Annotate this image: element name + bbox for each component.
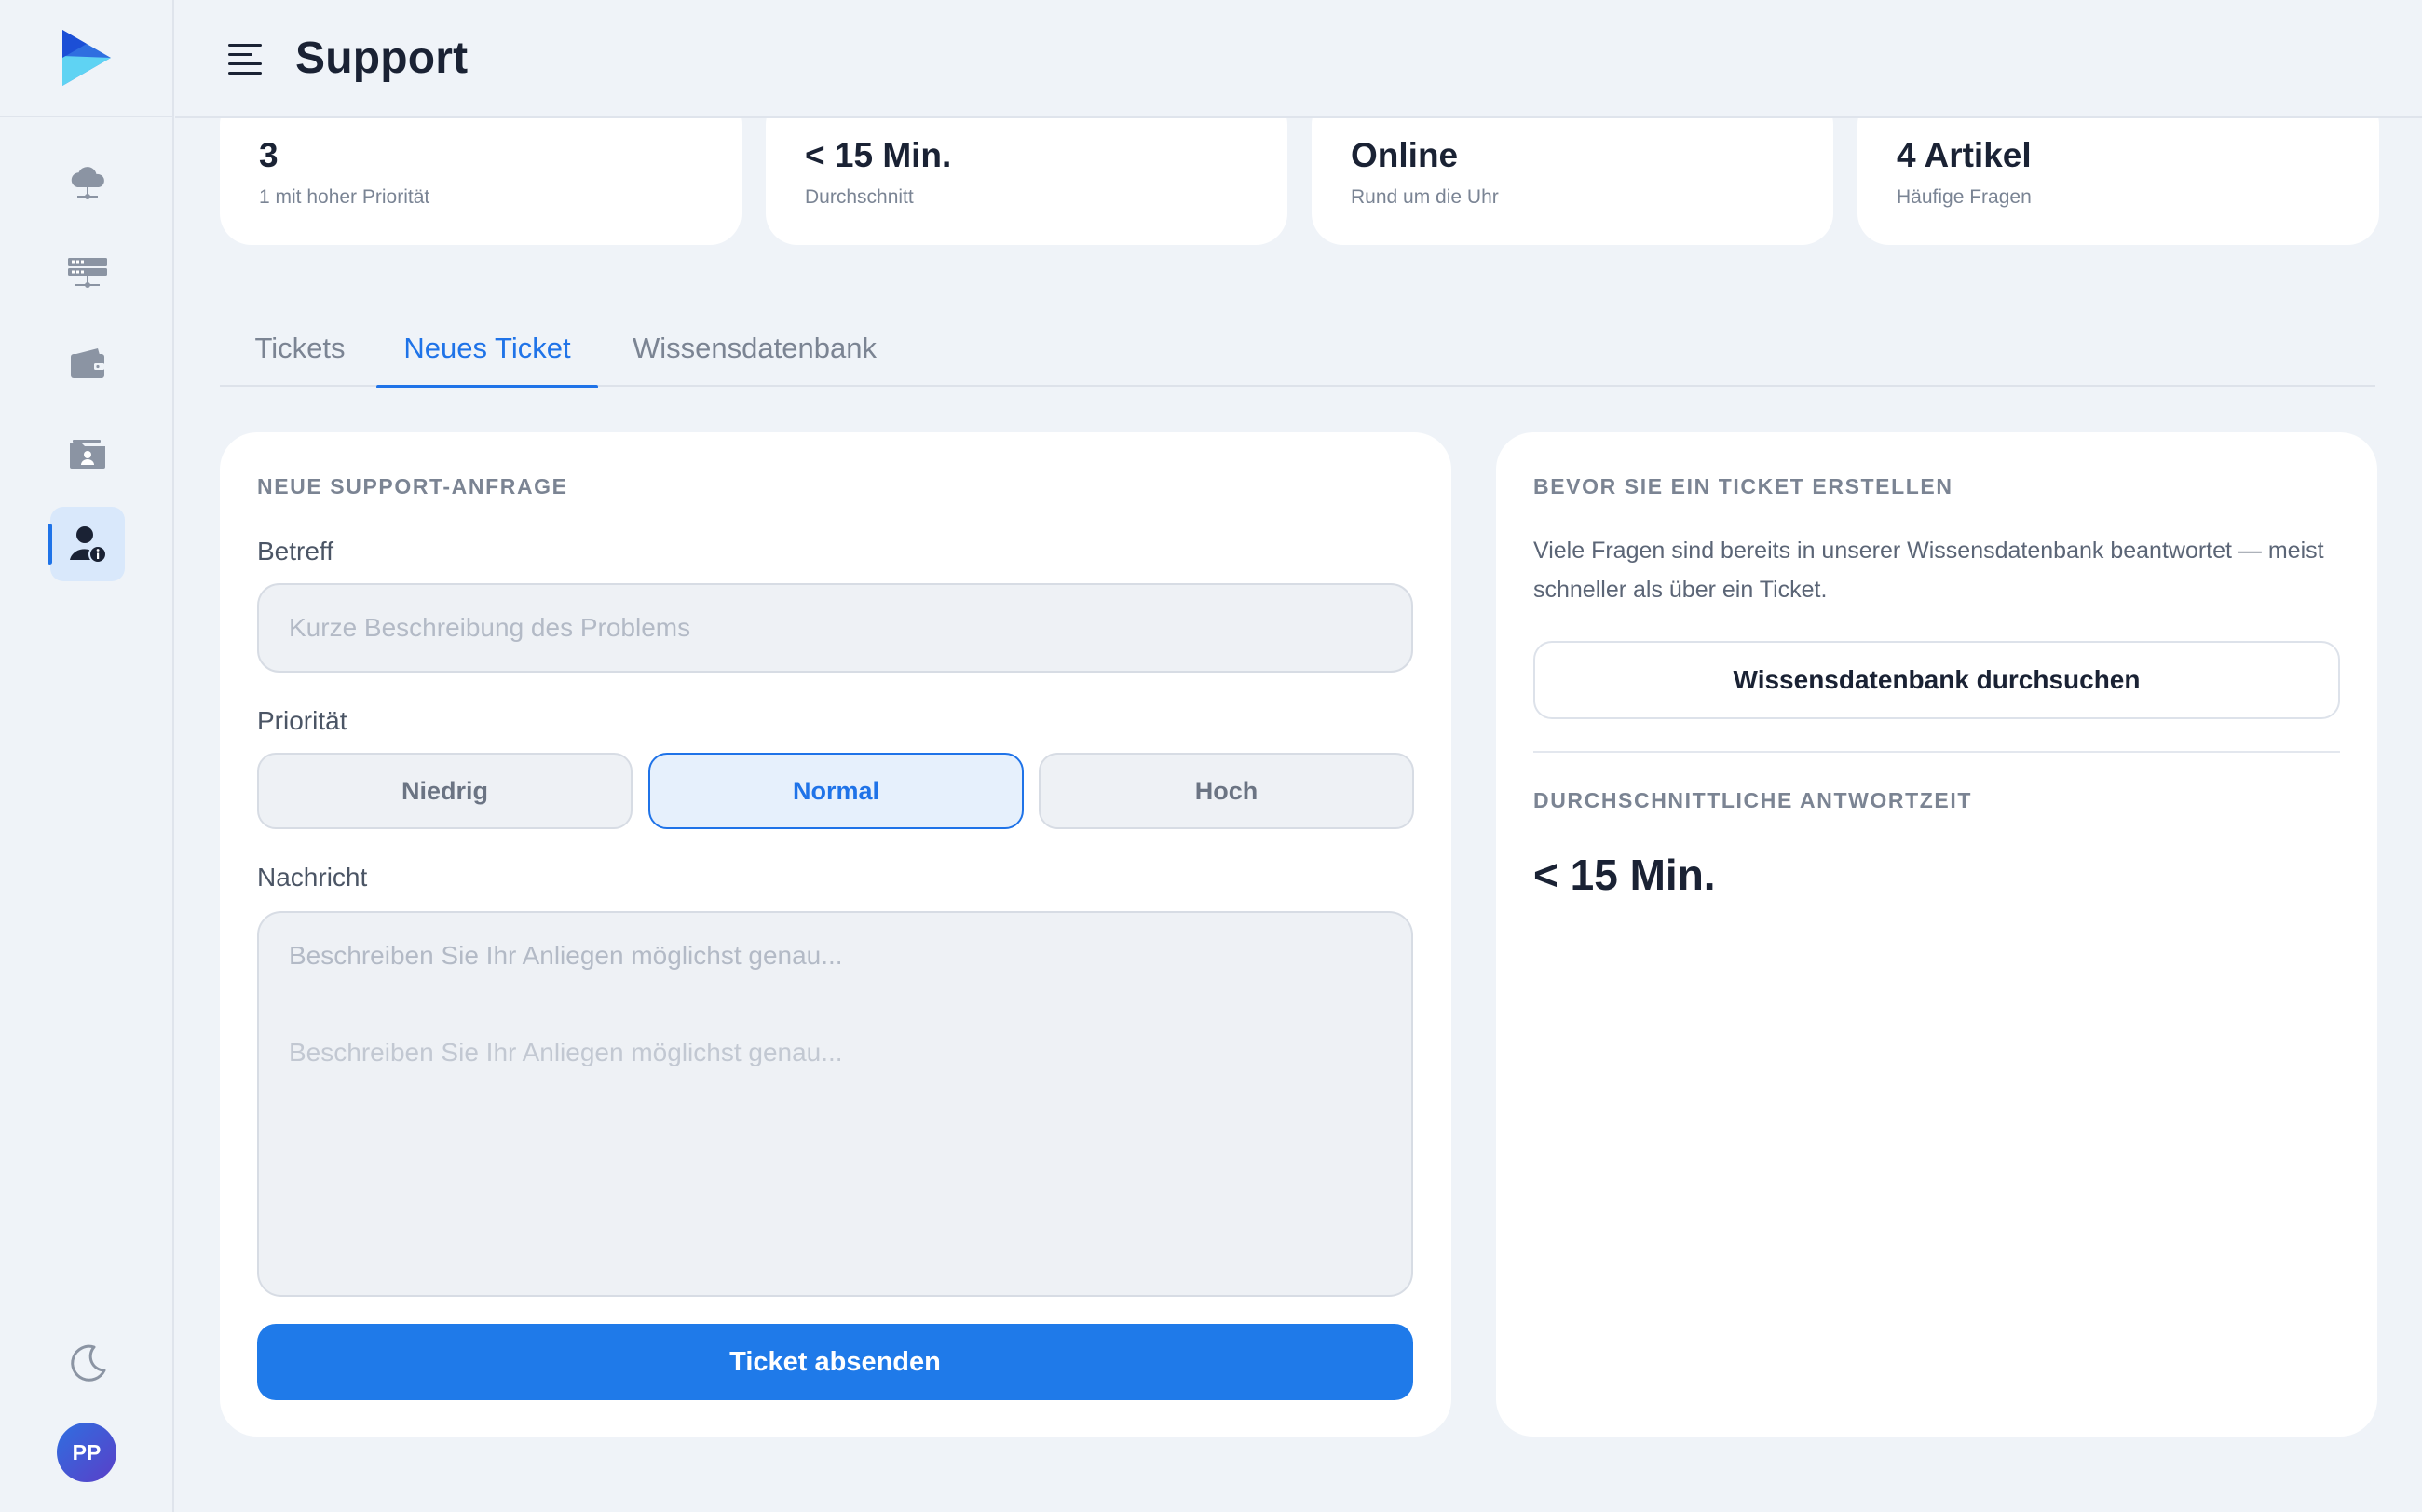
page-title: Support	[295, 34, 469, 83]
logo-icon	[61, 30, 111, 86]
subject-label: Betreff	[257, 537, 333, 565]
stat-value: 4 Artikel	[1897, 136, 2032, 174]
message-textarea[interactable]: Beschreiben Sie Ihr Anliegen möglichst g…	[257, 911, 1413, 1297]
submit-ticket-button[interactable]: Ticket absenden	[257, 1324, 1413, 1400]
server-icon	[68, 258, 107, 288]
sidebar-item-wallet[interactable]	[50, 326, 125, 401]
wallet-icon	[71, 348, 104, 378]
theme-toggle[interactable]	[58, 1334, 117, 1394]
message-placeholder: Beschreiben Sie Ihr Anliegen möglichst g…	[289, 941, 843, 970]
priority-label: Priorität	[257, 706, 347, 735]
tab-tickets[interactable]: Tickets	[250, 310, 350, 387]
search-knowledge-base-button[interactable]: Wissensdatenbank durchsuchen	[1533, 641, 2340, 719]
message-placeholder-ghost: Beschreiben Sie Ihr Anliegen möglichst g…	[289, 1043, 843, 1066]
stat-sub: Rund um die Uhr	[1351, 186, 1499, 208]
menu-button[interactable]	[225, 36, 269, 81]
priority-high-button[interactable]: Hoch	[1039, 753, 1414, 829]
stat-value: 3	[259, 136, 279, 174]
sidebar-item-files[interactable]	[50, 415, 125, 490]
sidebar-item-support[interactable]	[48, 507, 125, 581]
menu-icon	[228, 43, 262, 75]
sidebar-item-cloud[interactable]	[50, 147, 125, 222]
stat-sub: Durchschnitt	[805, 186, 914, 208]
folder-user-icon	[70, 440, 105, 469]
message-label: Nachricht	[257, 863, 368, 892]
tab-knowledge-base[interactable]: Wissensdatenbank	[633, 310, 877, 387]
subject-input[interactable]	[257, 583, 1413, 673]
tab-new-ticket[interactable]: Neues Ticket	[376, 310, 598, 388]
stat-value: < 15 Min.	[805, 136, 952, 174]
response-time-title: DURCHSCHNITTLICHE ANTWORTZEIT	[1533, 788, 1973, 812]
sidebar-item-servers[interactable]	[50, 237, 125, 311]
divider	[1533, 751, 2340, 753]
help-section-title: BEVOR SIE EIN TICKET ERSTELLEN	[1533, 474, 1953, 498]
priority-low-button[interactable]: Niedrig	[257, 753, 633, 829]
new-ticket-form: NEUE SUPPORT-ANFRAGE Betreff Priorität N…	[220, 432, 1451, 1437]
response-time-value: < 15 Min.	[1533, 851, 1716, 899]
stat-value: Online	[1351, 136, 1459, 174]
topbar: Support	[175, 0, 2422, 118]
logo[interactable]	[0, 0, 172, 117]
sidebar: PP	[0, 0, 174, 1512]
tab-bar: Tickets Neues Ticket Wissensdatenbank	[220, 310, 2375, 388]
stat-sub: Häufige Fragen	[1897, 186, 2032, 208]
cloud-icon	[71, 167, 104, 199]
stat-sub: 1 mit hoher Priorität	[259, 186, 430, 208]
avatar[interactable]: PP	[57, 1423, 116, 1482]
help-text: Viele Fragen sind bereits in unserer Wis…	[1533, 538, 2324, 603]
form-section-title: NEUE SUPPORT-ANFRAGE	[257, 474, 568, 498]
user-info-icon	[70, 526, 107, 564]
priority-normal-button[interactable]: Normal	[648, 753, 1024, 829]
moon-icon	[71, 1344, 106, 1382]
help-panel: BEVOR SIE EIN TICKET ERSTELLEN Viele Fra…	[1496, 432, 2377, 1437]
